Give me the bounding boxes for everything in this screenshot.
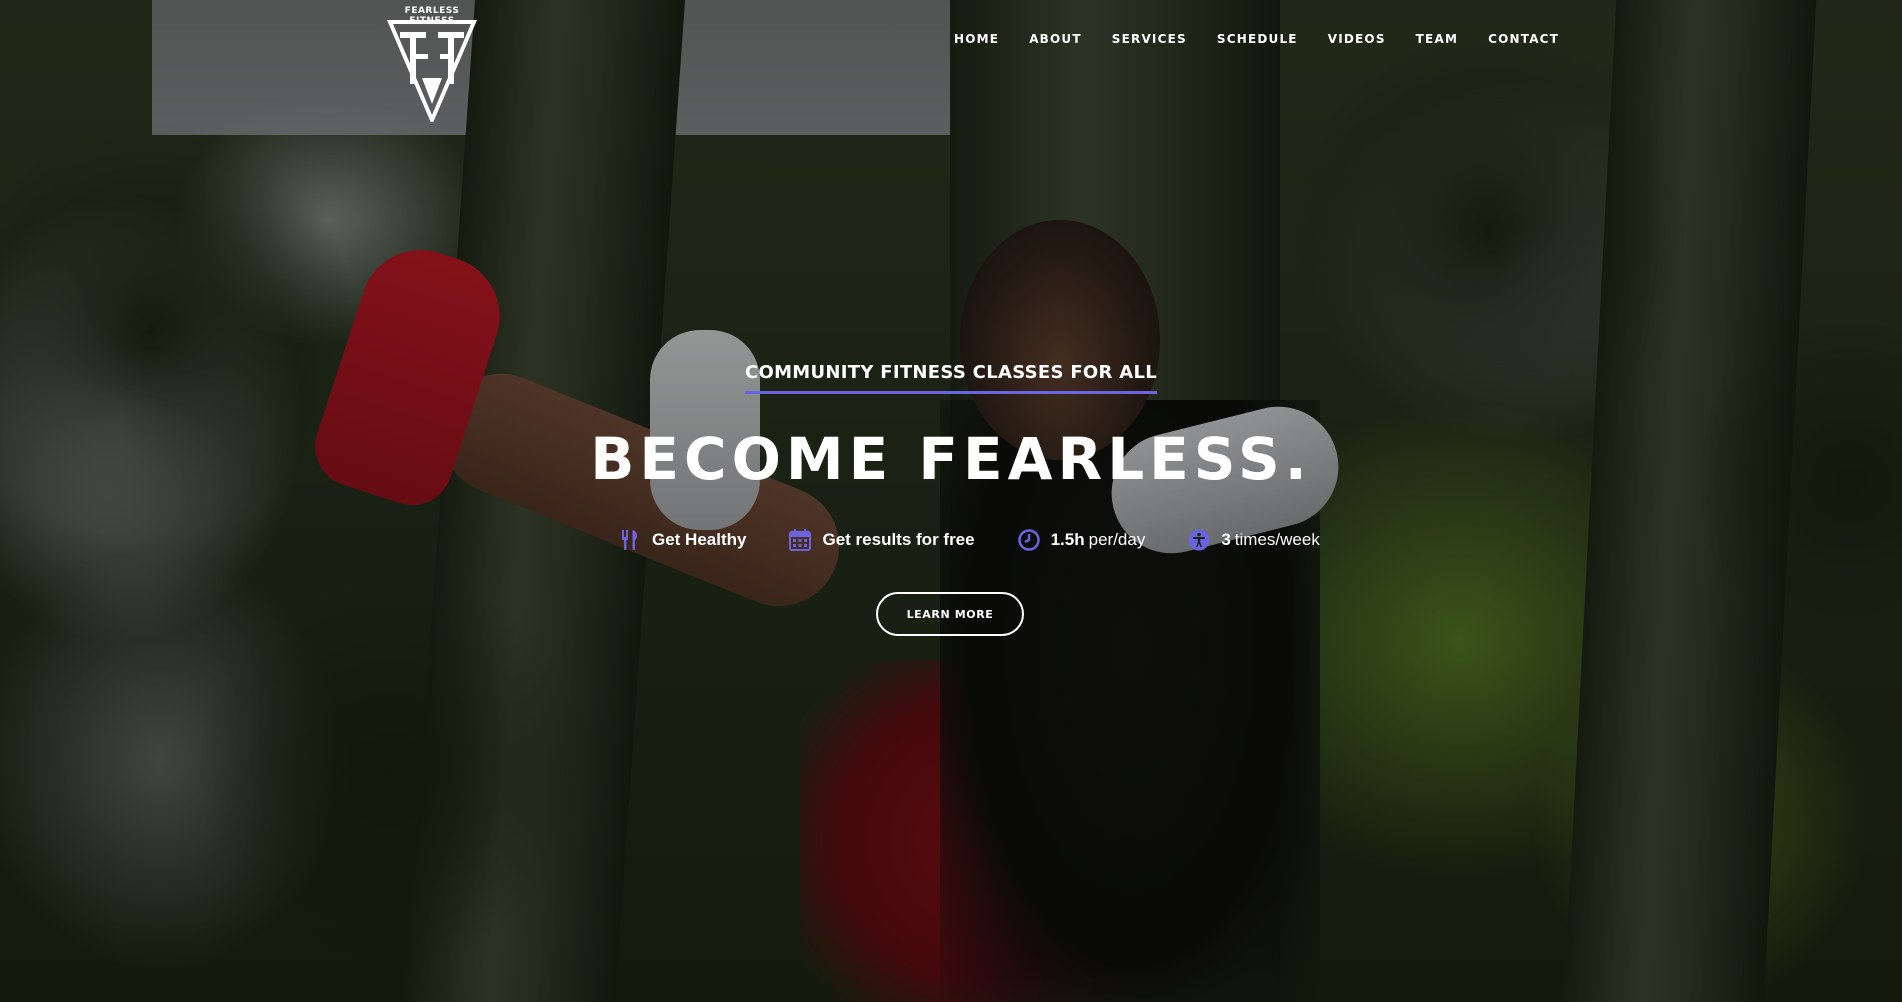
feature-item: 1.5h per/day bbox=[1017, 528, 1146, 552]
calendar-icon bbox=[788, 528, 812, 552]
feature-value: 1.5h bbox=[1050, 530, 1085, 549]
feature-item: Get Healthy bbox=[618, 528, 746, 552]
fork-knife-icon bbox=[618, 528, 642, 552]
nav-contact[interactable]: CONTACT bbox=[1488, 32, 1559, 46]
feature-label: Get Healthy bbox=[652, 530, 747, 549]
hero-headline: BECOME FEARLESS. bbox=[590, 425, 1312, 493]
feature-list: Get Healthy Get results for free 1.5h pe… bbox=[618, 528, 1362, 552]
accessibility-icon bbox=[1187, 528, 1211, 552]
learn-more-button[interactable]: LEARN MORE bbox=[876, 592, 1024, 636]
nav-team[interactable]: TEAM bbox=[1416, 32, 1458, 46]
feature-item: 3 times/week bbox=[1187, 528, 1320, 552]
nav-services[interactable]: SERVICES bbox=[1112, 32, 1187, 46]
logo-emblem-icon bbox=[386, 20, 478, 122]
feature-value: 3 bbox=[1221, 530, 1231, 549]
site-logo[interactable]: FEARLESS FITNESS bbox=[386, 6, 478, 124]
feature-unit: times/week bbox=[1234, 530, 1320, 549]
hero-tagline: COMMUNITY FITNESS CLASSES FOR ALL bbox=[744, 362, 1158, 394]
nav-schedule[interactable]: SCHEDULE bbox=[1217, 32, 1298, 46]
feature-unit: per/day bbox=[1088, 530, 1146, 549]
nav-about[interactable]: ABOUT bbox=[1029, 32, 1082, 46]
main-nav: HOME ABOUT SERVICES SCHEDULE VIDEOS TEAM… bbox=[954, 32, 1589, 46]
clock-icon bbox=[1017, 528, 1041, 552]
nav-videos[interactable]: VIDEOS bbox=[1328, 32, 1386, 46]
feature-item: Get results for free bbox=[788, 528, 975, 552]
hero-section: FEARLESS FITNESS HOME ABOUT SERVICES SCH… bbox=[0, 0, 1902, 1002]
tagline-container: COMMUNITY FITNESS CLASSES FOR ALL bbox=[0, 362, 1902, 394]
nav-home[interactable]: HOME bbox=[954, 32, 999, 46]
feature-label: Get results for free bbox=[822, 530, 975, 549]
background-overlay bbox=[0, 0, 1902, 1002]
